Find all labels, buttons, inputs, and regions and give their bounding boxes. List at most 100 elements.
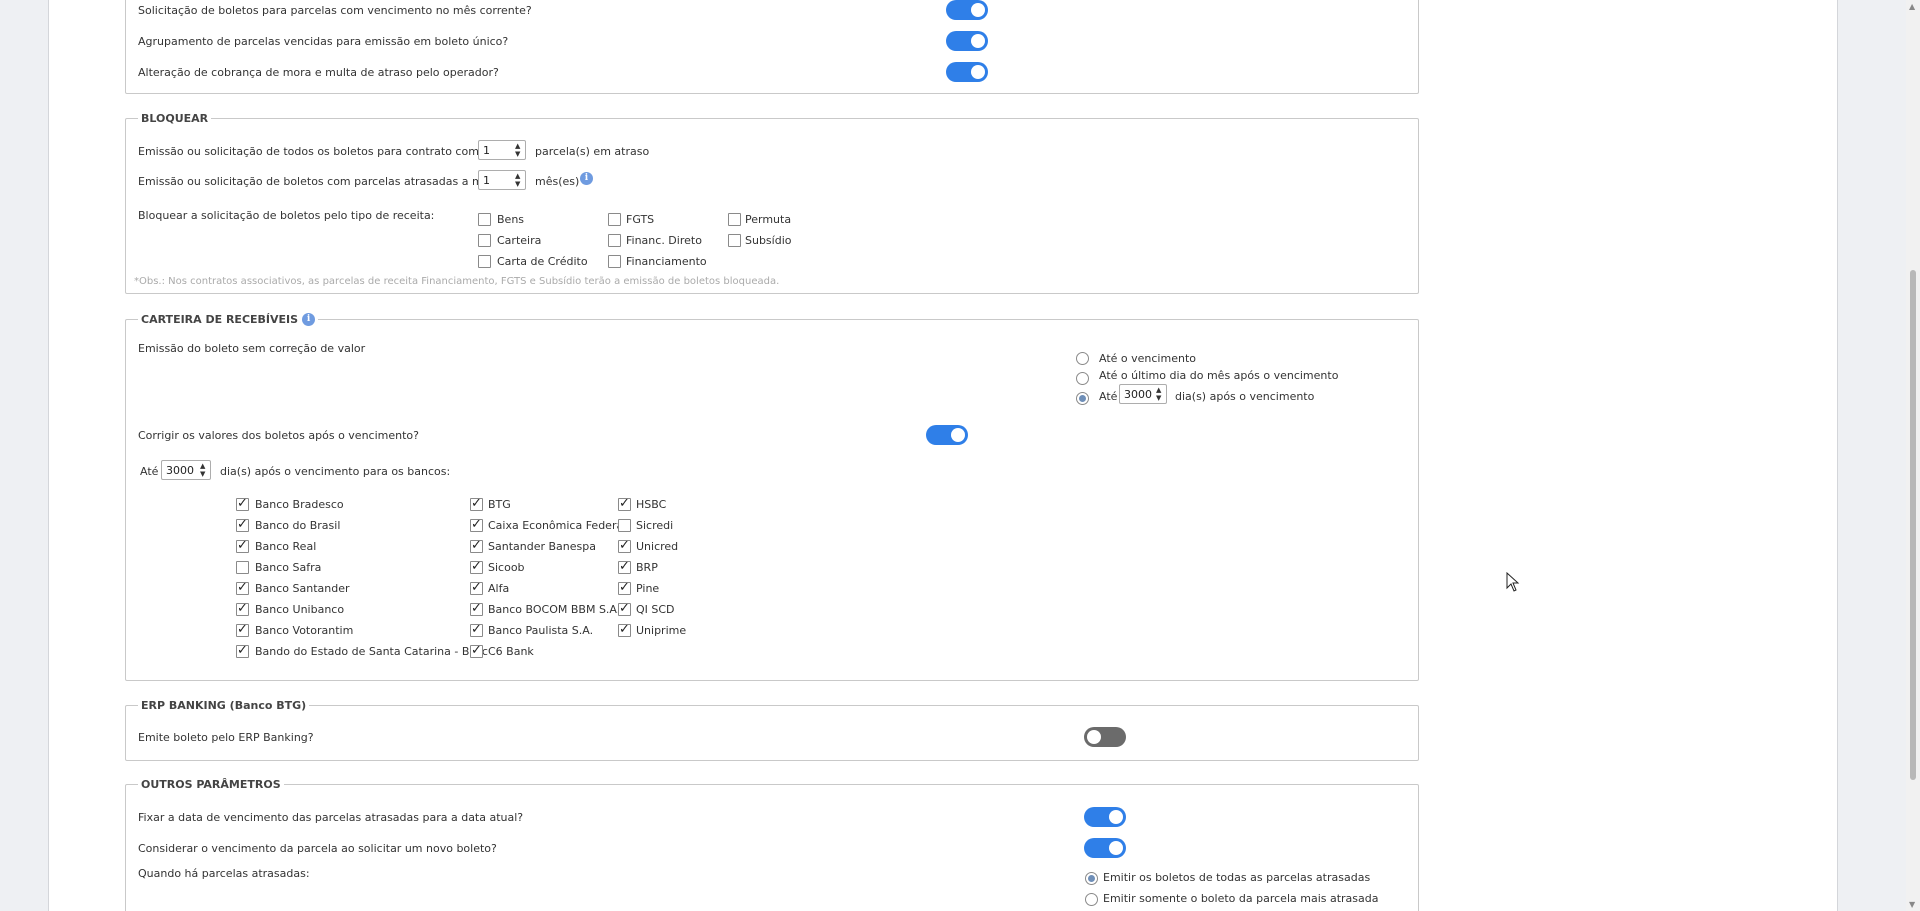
bank-label: Banco Votorantim [255, 624, 354, 637]
info-icon[interactable]: i [302, 313, 316, 326]
toggle-agrupamento[interactable] [946, 31, 988, 51]
receita-carteira-label: Carteira [497, 234, 542, 247]
bloquear-parcelas-stepper[interactable]: 1 ▲ ▼ [478, 140, 526, 160]
fixar-data-label: Fixar a data de vencimento das parcelas … [138, 811, 524, 824]
checkbox-bank[interactable] [470, 603, 483, 616]
checkbox-bank[interactable] [618, 582, 631, 595]
bank-label: BRP [636, 561, 658, 574]
toggle-fixar-data[interactable] [1084, 807, 1126, 827]
scroll-up-icon[interactable]: ▲ [1909, 2, 1915, 11]
erp-title: ERP BANKING (Banco BTG) [138, 699, 310, 712]
checkbox-bank[interactable] [236, 561, 249, 574]
radio-todas-parcelas[interactable] [1085, 872, 1098, 885]
checkbox-bank[interactable] [236, 582, 249, 595]
emissao-sem-correcao-label: Emissão do boleto sem correção de valor [138, 342, 366, 355]
checkbox-bank[interactable] [236, 498, 249, 511]
toggle-corrigir[interactable] [926, 425, 968, 445]
considerar-vencimento-label: Considerar o vencimento da parcela ao so… [138, 842, 497, 855]
checkbox-carteira[interactable] [478, 234, 491, 247]
radio-mais-atrasada[interactable] [1085, 893, 1098, 906]
checkbox-subsidio[interactable] [728, 234, 741, 247]
checkbox-bank[interactable] [470, 498, 483, 511]
fieldset-boletos: Solicitação de boletos para parcelas com… [125, 0, 1419, 94]
bank-label: Caixa Econômica Federal [488, 519, 627, 532]
fieldset-carteira: CARTEIRA DE RECEBÍVEIS i Emissão do bole… [125, 313, 1419, 681]
radio-dias-suffix: dia(s) após o vencimento [1175, 390, 1315, 403]
scrollbar-thumb[interactable] [1910, 270, 1916, 780]
checkbox-bank[interactable] [618, 624, 631, 637]
parcelas-atrasadas-label: Quando há parcelas atrasadas: [138, 867, 310, 880]
toggle-mes-corrente[interactable] [946, 0, 988, 20]
checkbox-bank[interactable] [470, 519, 483, 532]
page-content: Solicitação de boletos para parcelas com… [48, 0, 1838, 911]
checkbox-bank[interactable] [236, 624, 249, 637]
checkbox-permuta[interactable] [728, 213, 741, 226]
vertical-scrollbar[interactable]: ▲ ▼ [1906, 0, 1920, 911]
bank-label: Banco Unibanco [255, 603, 345, 616]
bank-label: Banco Santander [255, 582, 350, 595]
scroll-down-icon[interactable]: ▼ [1909, 900, 1915, 909]
checkbox-fgts[interactable] [608, 213, 621, 226]
stepper-arrows-icon[interactable]: ▲ ▼ [200, 462, 208, 478]
radio-ultimo-dia[interactable] [1076, 372, 1089, 385]
bank-label: Sicredi [636, 519, 674, 532]
bank-label: BTG [488, 498, 511, 511]
toggle-mora-multa[interactable] [946, 62, 988, 82]
bloquear-receita-label: Bloquear a solicitação de boletos pelo t… [138, 209, 435, 222]
checkbox-bank[interactable] [618, 498, 631, 511]
checkbox-bank[interactable] [236, 519, 249, 532]
receita-permuta-label: Permuta [745, 213, 792, 226]
checkbox-financiamento[interactable] [608, 255, 621, 268]
stepper-arrows-icon[interactable]: ▲ ▼ [515, 172, 523, 188]
outros-title: OUTROS PARÂMETROS [138, 778, 284, 791]
info-icon[interactable]: i [580, 172, 593, 185]
checkbox-bank[interactable] [470, 561, 483, 574]
bank-label: Sicoob [488, 561, 525, 574]
checkbox-financ-direto[interactable] [608, 234, 621, 247]
bloquear-parcelas-suffix: parcela(s) em atraso [535, 145, 650, 158]
receita-subsidio-label: Subsídio [745, 234, 792, 247]
ate-dias-stepper[interactable]: 3000 ▲ ▼ [161, 460, 211, 480]
receita-financiamento-label: Financiamento [626, 255, 707, 268]
bloquear-title: BLOQUEAR [138, 112, 212, 125]
bank-label: Alfa [488, 582, 510, 595]
bank-label: Banco BOCOM BBM S.A. [488, 603, 621, 616]
fieldset-bloquear: BLOQUEAR Emissão ou solicitação de todos… [125, 112, 1419, 294]
checkbox-bank[interactable] [470, 624, 483, 637]
checkbox-bens[interactable] [478, 213, 491, 226]
checkbox-bank[interactable] [618, 540, 631, 553]
checkbox-bank[interactable] [236, 645, 249, 658]
radio-ate-dias[interactable] [1076, 392, 1089, 405]
stepper-arrows-icon[interactable]: ▲ ▼ [515, 142, 523, 158]
bank-label: Banco Bradesco [255, 498, 344, 511]
toggle-considerar-vencimento[interactable] [1084, 838, 1126, 858]
checkbox-bank[interactable] [618, 519, 631, 532]
bloquear-meses-label: Emissão ou solicitação de boletos com pa… [138, 175, 516, 188]
bloquear-parcelas-label: Emissão ou solicitação de todos os bolet… [138, 145, 526, 158]
bank-label: Santander Banespa [488, 540, 596, 553]
bank-label: QI SCD [636, 603, 675, 616]
stepper-arrows-icon[interactable]: ▲ ▼ [1156, 386, 1164, 402]
toggle-erp-banking[interactable] [1084, 727, 1126, 747]
checkbox-bank[interactable] [470, 582, 483, 595]
checkbox-bank[interactable] [236, 540, 249, 553]
checkbox-bank[interactable] [618, 603, 631, 616]
bank-label: HSBC [636, 498, 667, 511]
bank-label: Banco Real [255, 540, 317, 553]
row-mora-multa-label: Alteração de cobrança de mora e multa de… [138, 66, 499, 79]
receita-financ-direto-label: Financ. Direto [626, 234, 702, 247]
radio-ate-vencimento[interactable] [1076, 352, 1089, 365]
radio-mais-atrasada-label: Emitir somente o boleto da parcela mais … [1103, 892, 1379, 905]
erp-label: Emite boleto pelo ERP Banking? [138, 731, 314, 744]
carteira-title: CARTEIRA DE RECEBÍVEIS i [138, 313, 319, 326]
radio-todas-parcelas-label: Emitir os boletos de todas as parcelas a… [1103, 871, 1371, 884]
checkbox-bank[interactable] [470, 645, 483, 658]
checkbox-bank[interactable] [618, 561, 631, 574]
checkbox-bank[interactable] [236, 603, 249, 616]
checkbox-carta-credito[interactable] [478, 255, 491, 268]
bank-label: C6 Bank [488, 645, 534, 658]
radio-dias-stepper[interactable]: 3000 ▲ ▼ [1119, 384, 1167, 404]
radio-ultimo-dia-label: Até o último dia do mês após o venciment… [1099, 369, 1339, 382]
checkbox-bank[interactable] [470, 540, 483, 553]
bloquear-meses-stepper[interactable]: 1 ▲ ▼ [478, 170, 526, 190]
